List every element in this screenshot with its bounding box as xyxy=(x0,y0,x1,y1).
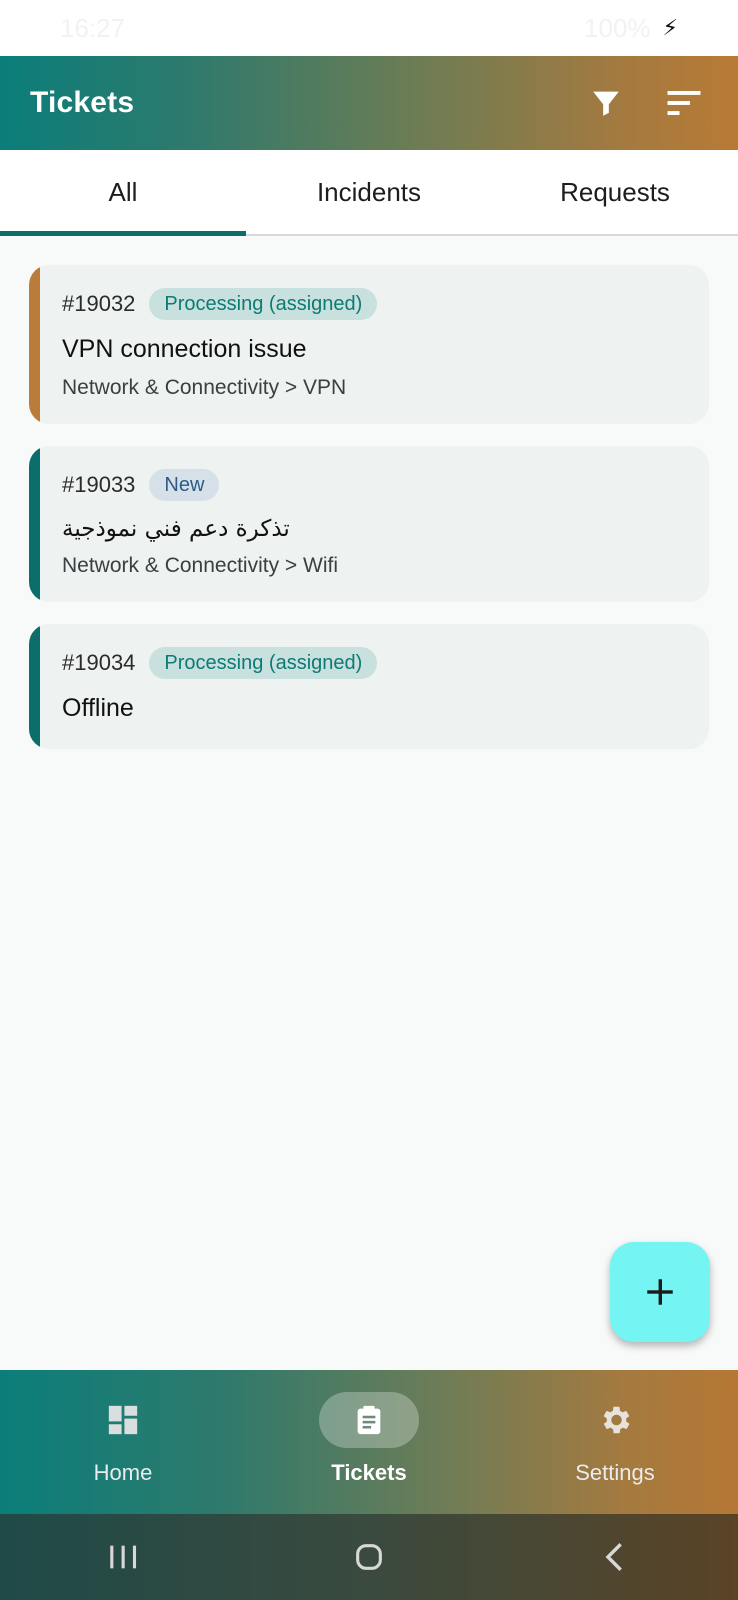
home-icon[interactable] xyxy=(339,1527,399,1587)
nav-tickets[interactable]: Tickets xyxy=(246,1370,492,1514)
tab-bar: All Incidents Requests xyxy=(0,150,738,236)
bottom-nav: Home Tickets Settings xyxy=(0,1370,738,1514)
ticket-card[interactable]: #19032 Processing (assigned) VPN connect… xyxy=(29,265,709,424)
ticket-title: تذكرة دعم فني نموذجية xyxy=(62,516,290,542)
ticket-category: Network & Connectivity > Wifi xyxy=(62,554,338,577)
tab-incidents[interactable]: Incidents xyxy=(246,150,492,234)
ticket-title: VPN connection issue xyxy=(62,335,307,363)
plus-icon xyxy=(647,1279,673,1305)
tab-requests[interactable]: Requests xyxy=(492,150,738,234)
dashboard-icon xyxy=(73,1392,173,1448)
ticket-id: #19034 xyxy=(62,650,136,675)
ticket-card[interactable]: #19034 Processing (assigned) Offline xyxy=(29,624,709,749)
nav-home[interactable]: Home xyxy=(0,1370,246,1514)
recents-icon[interactable] xyxy=(93,1527,153,1587)
ticket-category: Network & Connectivity > VPN xyxy=(62,376,347,399)
nav-label: Settings xyxy=(575,1460,655,1485)
ticket-header: #19032 Processing (assigned) xyxy=(62,287,677,321)
status-badge: New xyxy=(149,469,220,501)
clipboard-icon xyxy=(319,1392,419,1448)
ticket-card[interactable]: #19033 New تذكرة دعم فني نموذجية Network… xyxy=(29,446,709,602)
ticket-title: Offline xyxy=(62,694,134,722)
ticket-id: #19032 xyxy=(62,291,136,316)
charging-icon: ⚡ xyxy=(662,15,678,40)
status-left: 16:27 xyxy=(60,13,125,44)
status-badge: Processing (assigned) xyxy=(149,647,378,679)
system-nav-bar xyxy=(0,1514,738,1600)
nav-label: Tickets xyxy=(331,1460,407,1485)
ticket-header: #19034 Processing (assigned) xyxy=(62,646,677,680)
page-title: Tickets xyxy=(30,86,135,119)
tab-all[interactable]: All xyxy=(0,150,246,236)
filter-icon[interactable] xyxy=(582,79,630,127)
ticket-id: #19033 xyxy=(62,472,136,497)
app-bar: Tickets xyxy=(0,56,738,150)
nav-settings[interactable]: Settings xyxy=(492,1370,738,1514)
add-ticket-button[interactable] xyxy=(610,1242,710,1342)
screen: 16:27 100% ⚡ Tickets All Incidents Reque… xyxy=(0,0,738,1600)
nav-label: Home xyxy=(93,1460,153,1485)
sort-icon[interactable] xyxy=(660,79,708,127)
gear-icon xyxy=(565,1392,665,1448)
status-badge: Processing (assigned) xyxy=(149,288,378,320)
status-time: 16:27 xyxy=(60,12,126,43)
status-bar: 16:27 100% ⚡ xyxy=(0,0,738,56)
ticket-list: #19032 Processing (assigned) VPN connect… xyxy=(29,265,709,771)
status-right: 100% ⚡ xyxy=(584,13,678,44)
ticket-header: #19033 New xyxy=(62,468,677,502)
back-icon[interactable] xyxy=(585,1527,645,1587)
battery-level: 100% xyxy=(584,12,651,43)
